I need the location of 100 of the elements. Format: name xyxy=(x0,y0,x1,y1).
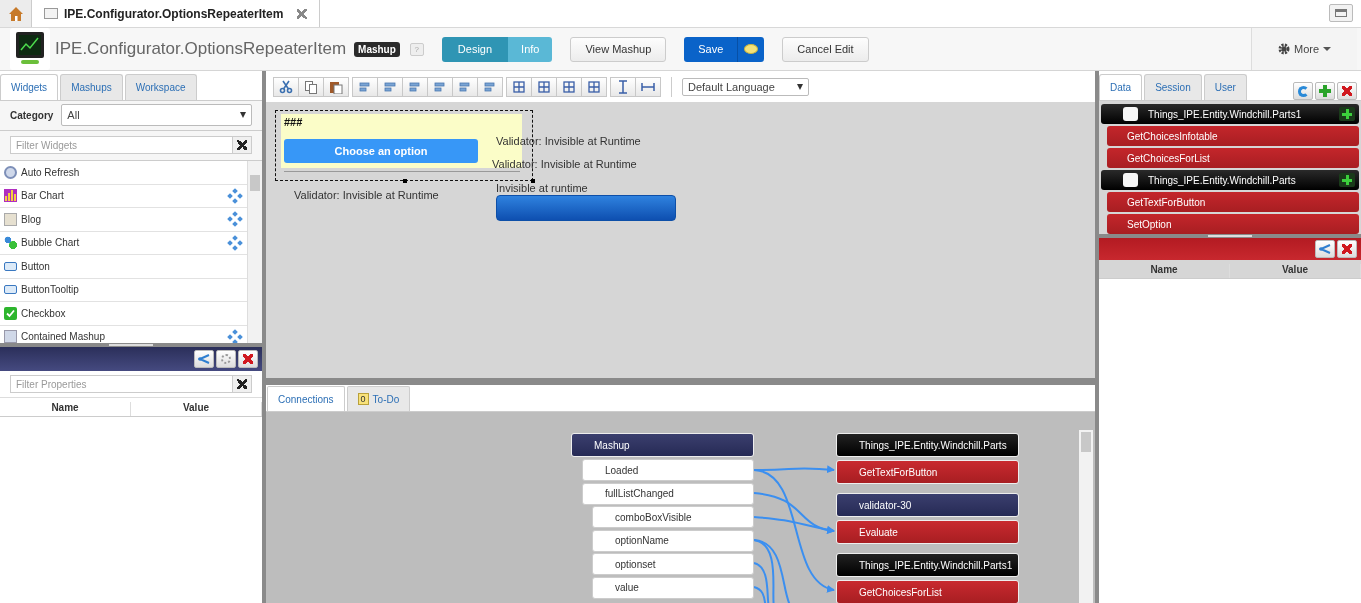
center-button[interactable] xyxy=(556,76,582,97)
service-node[interactable]: GetChoicesForList xyxy=(836,580,1019,603)
connector-line[interactable] xyxy=(753,469,835,592)
align-top-button[interactable] xyxy=(427,76,453,97)
widget-node-header[interactable]: validator-30 xyxy=(836,493,1019,517)
mashup-node-header[interactable]: Mashup xyxy=(571,433,754,457)
cancel-edit-button[interactable]: Cancel Edit xyxy=(782,36,869,62)
clear-button[interactable] xyxy=(232,375,252,393)
action-button[interactable] xyxy=(496,195,676,221)
thing-node-header[interactable]: Things_IPE.Entity.Windchill.Parts xyxy=(836,433,1019,457)
add-service-button[interactable] xyxy=(1339,107,1355,121)
resize-handle[interactable] xyxy=(531,179,535,183)
service-item[interactable]: GetChoicesInfotable xyxy=(1107,126,1359,146)
align-center-icon xyxy=(383,79,397,94)
connector-line[interactable] xyxy=(753,539,792,603)
cut-button[interactable] xyxy=(273,76,299,97)
add-button[interactable] xyxy=(1315,82,1335,100)
bottom-tab[interactable]: Connections xyxy=(267,386,345,411)
mashup-icon xyxy=(4,330,17,343)
panel-tab[interactable]: Mashups xyxy=(60,74,123,100)
widget-list-item[interactable]: Checkbox xyxy=(0,302,247,326)
align-right-button[interactable] xyxy=(402,76,428,97)
grid-icon xyxy=(587,79,601,94)
service-node[interactable]: GetTextForButton xyxy=(836,460,1019,484)
clear-button[interactable] xyxy=(232,136,252,154)
share-button[interactable] xyxy=(1315,240,1335,258)
view-mashup-button[interactable]: View Mashup xyxy=(570,36,667,62)
same-width-button[interactable] xyxy=(531,76,557,97)
same-height-icon xyxy=(512,79,526,94)
panel-tab[interactable]: Workspace xyxy=(124,74,197,100)
connector-line[interactable] xyxy=(753,562,770,603)
space-vertical-button[interactable] xyxy=(610,76,636,97)
connector-line[interactable] xyxy=(753,539,775,603)
copy-button[interactable] xyxy=(298,76,324,97)
settings-button[interactable] xyxy=(216,350,236,368)
thing-node-header[interactable]: Things_IPE.Entity.Windchill.Parts1 xyxy=(836,553,1019,577)
gear-icon xyxy=(1277,43,1290,55)
service-node[interactable]: Evaluate xyxy=(836,520,1019,544)
checkbox[interactable] xyxy=(1123,173,1138,187)
panel-tab[interactable]: Widgets xyxy=(0,74,59,100)
grid-button[interactable] xyxy=(581,76,607,97)
panel-tab[interactable]: Session xyxy=(1144,74,1202,100)
data-source-header[interactable]: Things_IPE.Entity.Windchill.Parts1 xyxy=(1101,104,1359,124)
panel-tab[interactable]: User xyxy=(1203,74,1247,100)
widget-list-item[interactable]: Button xyxy=(0,255,247,279)
align-middle-button[interactable] xyxy=(452,76,478,97)
panel-tab[interactable]: Data xyxy=(1099,74,1143,100)
binding-node[interactable]: optionName xyxy=(592,529,754,552)
save-button[interactable]: Save xyxy=(684,36,739,62)
share-button[interactable] xyxy=(194,350,214,368)
close-button[interactable] xyxy=(238,350,258,368)
close-icon xyxy=(1342,86,1352,96)
caret-icon xyxy=(1323,47,1332,51)
binding-node[interactable]: fullListChanged xyxy=(582,482,754,505)
copy-icon xyxy=(304,79,318,94)
widget-list-item[interactable]: Blog xyxy=(0,208,247,232)
comment-button[interactable] xyxy=(738,36,765,62)
close-icon xyxy=(243,354,253,364)
mashup-title: IPE.Configurator.OptionsRepeaterItem xyxy=(55,39,347,59)
filter-widgets-field[interactable]: Filter Widgets xyxy=(10,136,232,154)
connector-line[interactable] xyxy=(753,586,767,603)
widget-list-item[interactable]: Bar Chart xyxy=(0,184,247,208)
close-icon[interactable] xyxy=(297,8,308,19)
share-icon xyxy=(198,354,210,364)
add-service-button[interactable] xyxy=(1339,173,1355,187)
checkbox[interactable] xyxy=(1123,107,1138,121)
service-item[interactable]: SetOption xyxy=(1107,214,1359,234)
home-button[interactable] xyxy=(0,0,32,27)
align-center-button[interactable] xyxy=(377,76,403,97)
service-item[interactable]: GetChoicesForList xyxy=(1107,148,1359,168)
resize-handle[interactable] xyxy=(403,179,407,183)
bubble-chart-icon xyxy=(4,236,17,250)
refresh-button[interactable] xyxy=(1293,82,1313,100)
data-source-header[interactable]: Things_IPE.Entity.Windchill.Parts xyxy=(1101,170,1359,190)
document-tab[interactable]: IPE.Configurator.OptionsRepeaterItem xyxy=(32,0,321,27)
same-height-button[interactable] xyxy=(506,76,532,97)
center-icon xyxy=(562,79,576,94)
filter-properties-field[interactable]: Filter Properties xyxy=(10,375,232,393)
binding-node[interactable]: optionset xyxy=(592,553,754,575)
category-dropdown[interactable]: All xyxy=(61,104,252,126)
window-button[interactable] xyxy=(1329,4,1353,22)
widget-list-item[interactable]: Auto Refresh xyxy=(0,161,247,185)
space-horizontal-button[interactable] xyxy=(635,76,661,97)
bottom-tab[interactable]: 0 To-Do xyxy=(346,386,411,411)
binding-node[interactable]: value xyxy=(592,576,754,599)
service-item[interactable]: GetTextForButton xyxy=(1107,192,1359,212)
close-button[interactable] xyxy=(1337,240,1357,258)
binding-node[interactable]: comboBoxVisible xyxy=(592,506,754,528)
widget-list-item[interactable]: ButtonTooltip xyxy=(0,278,247,302)
paste-button[interactable] xyxy=(323,76,349,97)
language-dropdown[interactable]: Default Language xyxy=(682,77,809,96)
scrollbar[interactable] xyxy=(1079,430,1093,603)
align-left-button[interactable] xyxy=(352,76,378,97)
category-label: Category xyxy=(10,109,54,121)
connector-line[interactable] xyxy=(753,516,835,534)
scrollbar[interactable] xyxy=(247,161,262,343)
binding-node[interactable]: Loaded xyxy=(582,459,754,481)
widget-list-item[interactable]: Bubble Chart xyxy=(0,231,247,255)
align-bottom-button[interactable] xyxy=(477,76,503,97)
delete-button[interactable] xyxy=(1337,82,1357,100)
